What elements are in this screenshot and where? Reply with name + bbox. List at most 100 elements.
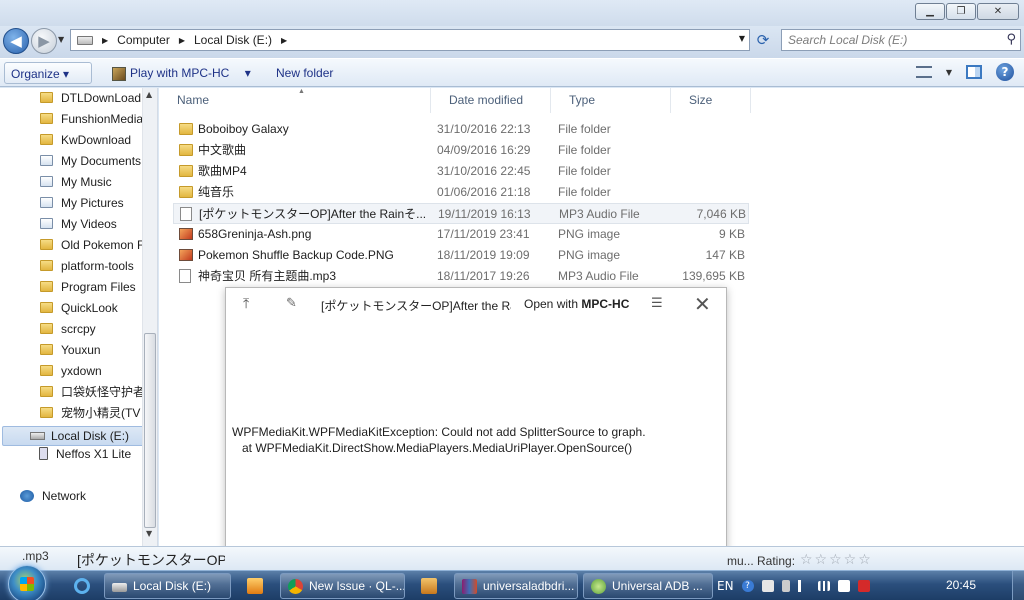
pin-icon[interactable]: ✎ [286,296,297,311]
column-header-name[interactable]: Name ▲ [159,88,431,113]
organize-button[interactable]: Organize ▾ [4,62,92,84]
file-row[interactable]: Pokemon Shuffle Backup Code.PNG 18/11/201… [173,245,749,266]
show-desktop-button[interactable] [1012,571,1024,600]
battery-icon[interactable] [781,580,790,592]
sidebar-folder-item[interactable]: My Music [40,172,142,193]
taskbar-item-winrar[interactable]: universaladbdri... [454,573,578,599]
sidebar-folder-item[interactable]: platform-tools [40,256,142,277]
search-icon[interactable]: ⚲ [1006,32,1016,47]
change-view-icon[interactable] [915,66,932,78]
sidebar-folder-item[interactable]: Youxun [40,340,142,361]
file-row[interactable]: 中文歌曲 04/09/2016 16:29 File folder [173,140,749,161]
address-dropdown[interactable]: ▼ [739,34,745,43]
breadcrumb-computer[interactable]: Computer [117,33,170,47]
close-button[interactable]: ✕ [977,3,1019,20]
sidebar-folder-item[interactable]: scrcpy [40,319,142,340]
toolbar-right: ▼ ? [915,63,1014,81]
scroll-down-arrow[interactable]: ▼ [146,529,152,538]
file-row[interactable]: [ポケットモンスターOP]After the Rainそ... 19/11/201… [173,203,749,224]
quicklook-close-icon[interactable]: ✕ [694,292,711,316]
play-with-dropdown[interactable]: ▾ [245,66,251,80]
help-icon[interactable]: ? [996,63,1014,81]
network-signal-icon[interactable] [817,581,830,591]
file-row[interactable]: 658Greninja-Ash.png 17/11/2019 23:41 PNG i… [173,224,749,245]
sidebar-folder-label: 口袋妖怪守护者 [61,385,142,399]
folder-icon [40,92,53,103]
antivirus-icon[interactable] [857,580,870,592]
internet-explorer-icon[interactable] [66,573,96,599]
breadcrumb-arrow[interactable]: ▶ [102,36,108,45]
taskbar-item-chrome[interactable]: New Issue · QL-... [280,573,405,599]
sidebar-folder-item[interactable]: My Videos [40,214,142,235]
file-type: File folder [558,185,611,199]
file-row[interactable]: 神奇宝贝 所有主题曲.mp3 18/11/2017 19:26 MP3 Audio … [173,266,749,287]
sidebar-item-device[interactable]: Neffos X1 Lite [39,444,141,465]
maximize-button[interactable]: ❐ [946,3,976,20]
play-with-button[interactable]: Play with MPC-HC ▾ [106,62,257,84]
sidebar-folder-item[interactable]: QuickLook [40,298,142,319]
file-size: 139,695 KB [682,269,745,283]
sidebar-folder-item[interactable]: yxdown [40,361,142,382]
scrollbar-thumb[interactable] [144,333,156,528]
file-row[interactable]: Boboiboy Galaxy 31/10/2016 22:13 File fold… [173,119,749,140]
language-indicator[interactable]: EN [717,579,734,593]
column-header-type[interactable]: Type [551,88,671,113]
minimize-button[interactable]: ▁ [915,3,945,20]
search-box[interactable]: ⚲ [781,29,1021,51]
volume-icon[interactable] [797,580,810,592]
sidebar-folder-label: Youxun [61,343,101,357]
sidebar-folder-item[interactable]: KwDownload [40,130,142,151]
refresh-button[interactable]: ⟳ [752,30,774,50]
view-options-dropdown[interactable]: ▼ [946,68,952,77]
network-icon [20,490,34,502]
open-with-button[interactable]: Open with MPC-HC [524,297,629,311]
sidebar-folder-item[interactable]: 宠物小精灵(TV [40,403,142,424]
folder-icon [40,407,53,418]
image-file-icon [179,249,193,261]
column-header-size[interactable]: Size [671,88,751,113]
sidebar-folder-item[interactable]: FunshionMedia [40,109,142,130]
breadcrumb-local-disk[interactable]: Local Disk (E:) [194,33,272,47]
sidebar-folder-item[interactable]: My Pictures [40,193,142,214]
play-with-label: Play with MPC-HC [130,66,230,80]
file-row[interactable]: 歌曲MP4 31/10/2016 22:45 File folder [173,161,749,182]
package-icon[interactable] [414,573,444,599]
recent-pages-dropdown[interactable]: ▼ [58,35,64,44]
display-icon[interactable] [837,580,850,592]
sidebar-folder-item[interactable]: Program Files [40,277,142,298]
file-row[interactable]: 纯音乐 01/06/2016 21:18 File folder [173,182,749,203]
preview-pane-icon[interactable] [966,65,982,79]
file-type: File folder [558,164,611,178]
start-button[interactable] [8,565,46,600]
file-name: 神奇宝贝 所有主题曲.mp3 [198,269,337,283]
sidebar-scrollbar[interactable]: ▲ ▼ [142,88,157,546]
sidebar-folder-item[interactable]: 口袋妖怪守护者 [40,382,142,403]
file-type: File folder [558,143,611,157]
breadcrumb-arrow[interactable]: ▶ [179,36,185,45]
file-date: 18/11/2017 19:26 [437,269,530,283]
rating-stars[interactable]: ☆☆☆☆☆ [800,552,873,568]
action-center-icon[interactable] [761,580,774,592]
forward-button[interactable]: ▶ [31,28,57,54]
sidebar-folder-item[interactable]: DTLDownLoad [40,88,142,109]
clock[interactable]: 20:45 [946,578,976,592]
search-input[interactable] [788,30,998,50]
ie-logo [74,578,90,594]
stay-on-top-icon[interactable]: ⤒ [243,296,249,312]
taskbar-item-universal-adb[interactable]: Universal ADB ... [583,573,713,599]
open-with-menu-icon[interactable]: ☰ [651,296,663,311]
breadcrumb-arrow[interactable]: ▶ [281,36,287,45]
help-tray-icon[interactable]: ? [741,580,754,592]
sidebar-folder-item[interactable]: My Documents [40,151,142,172]
address-bar[interactable]: ▶ Computer ▶ Local Disk (E:) ▶ ▼ [70,29,750,51]
rating-label: mu... Rating: [727,554,796,568]
sidebar-item-network[interactable]: Network [20,486,122,507]
media-player-icon[interactable] [240,573,270,599]
taskbar-item-local-disk[interactable]: Local Disk (E:) [104,573,231,599]
column-header-date[interactable]: Date modified [431,88,551,113]
scroll-up-arrow[interactable]: ▲ [146,90,152,99]
title-bar: ▁ ❐ ✕ [0,0,1024,26]
back-button[interactable]: ◀ [3,28,29,54]
sidebar-folder-item[interactable]: Old Pokemon F [40,235,142,256]
sidebar-folder-label: yxdown [61,364,102,378]
